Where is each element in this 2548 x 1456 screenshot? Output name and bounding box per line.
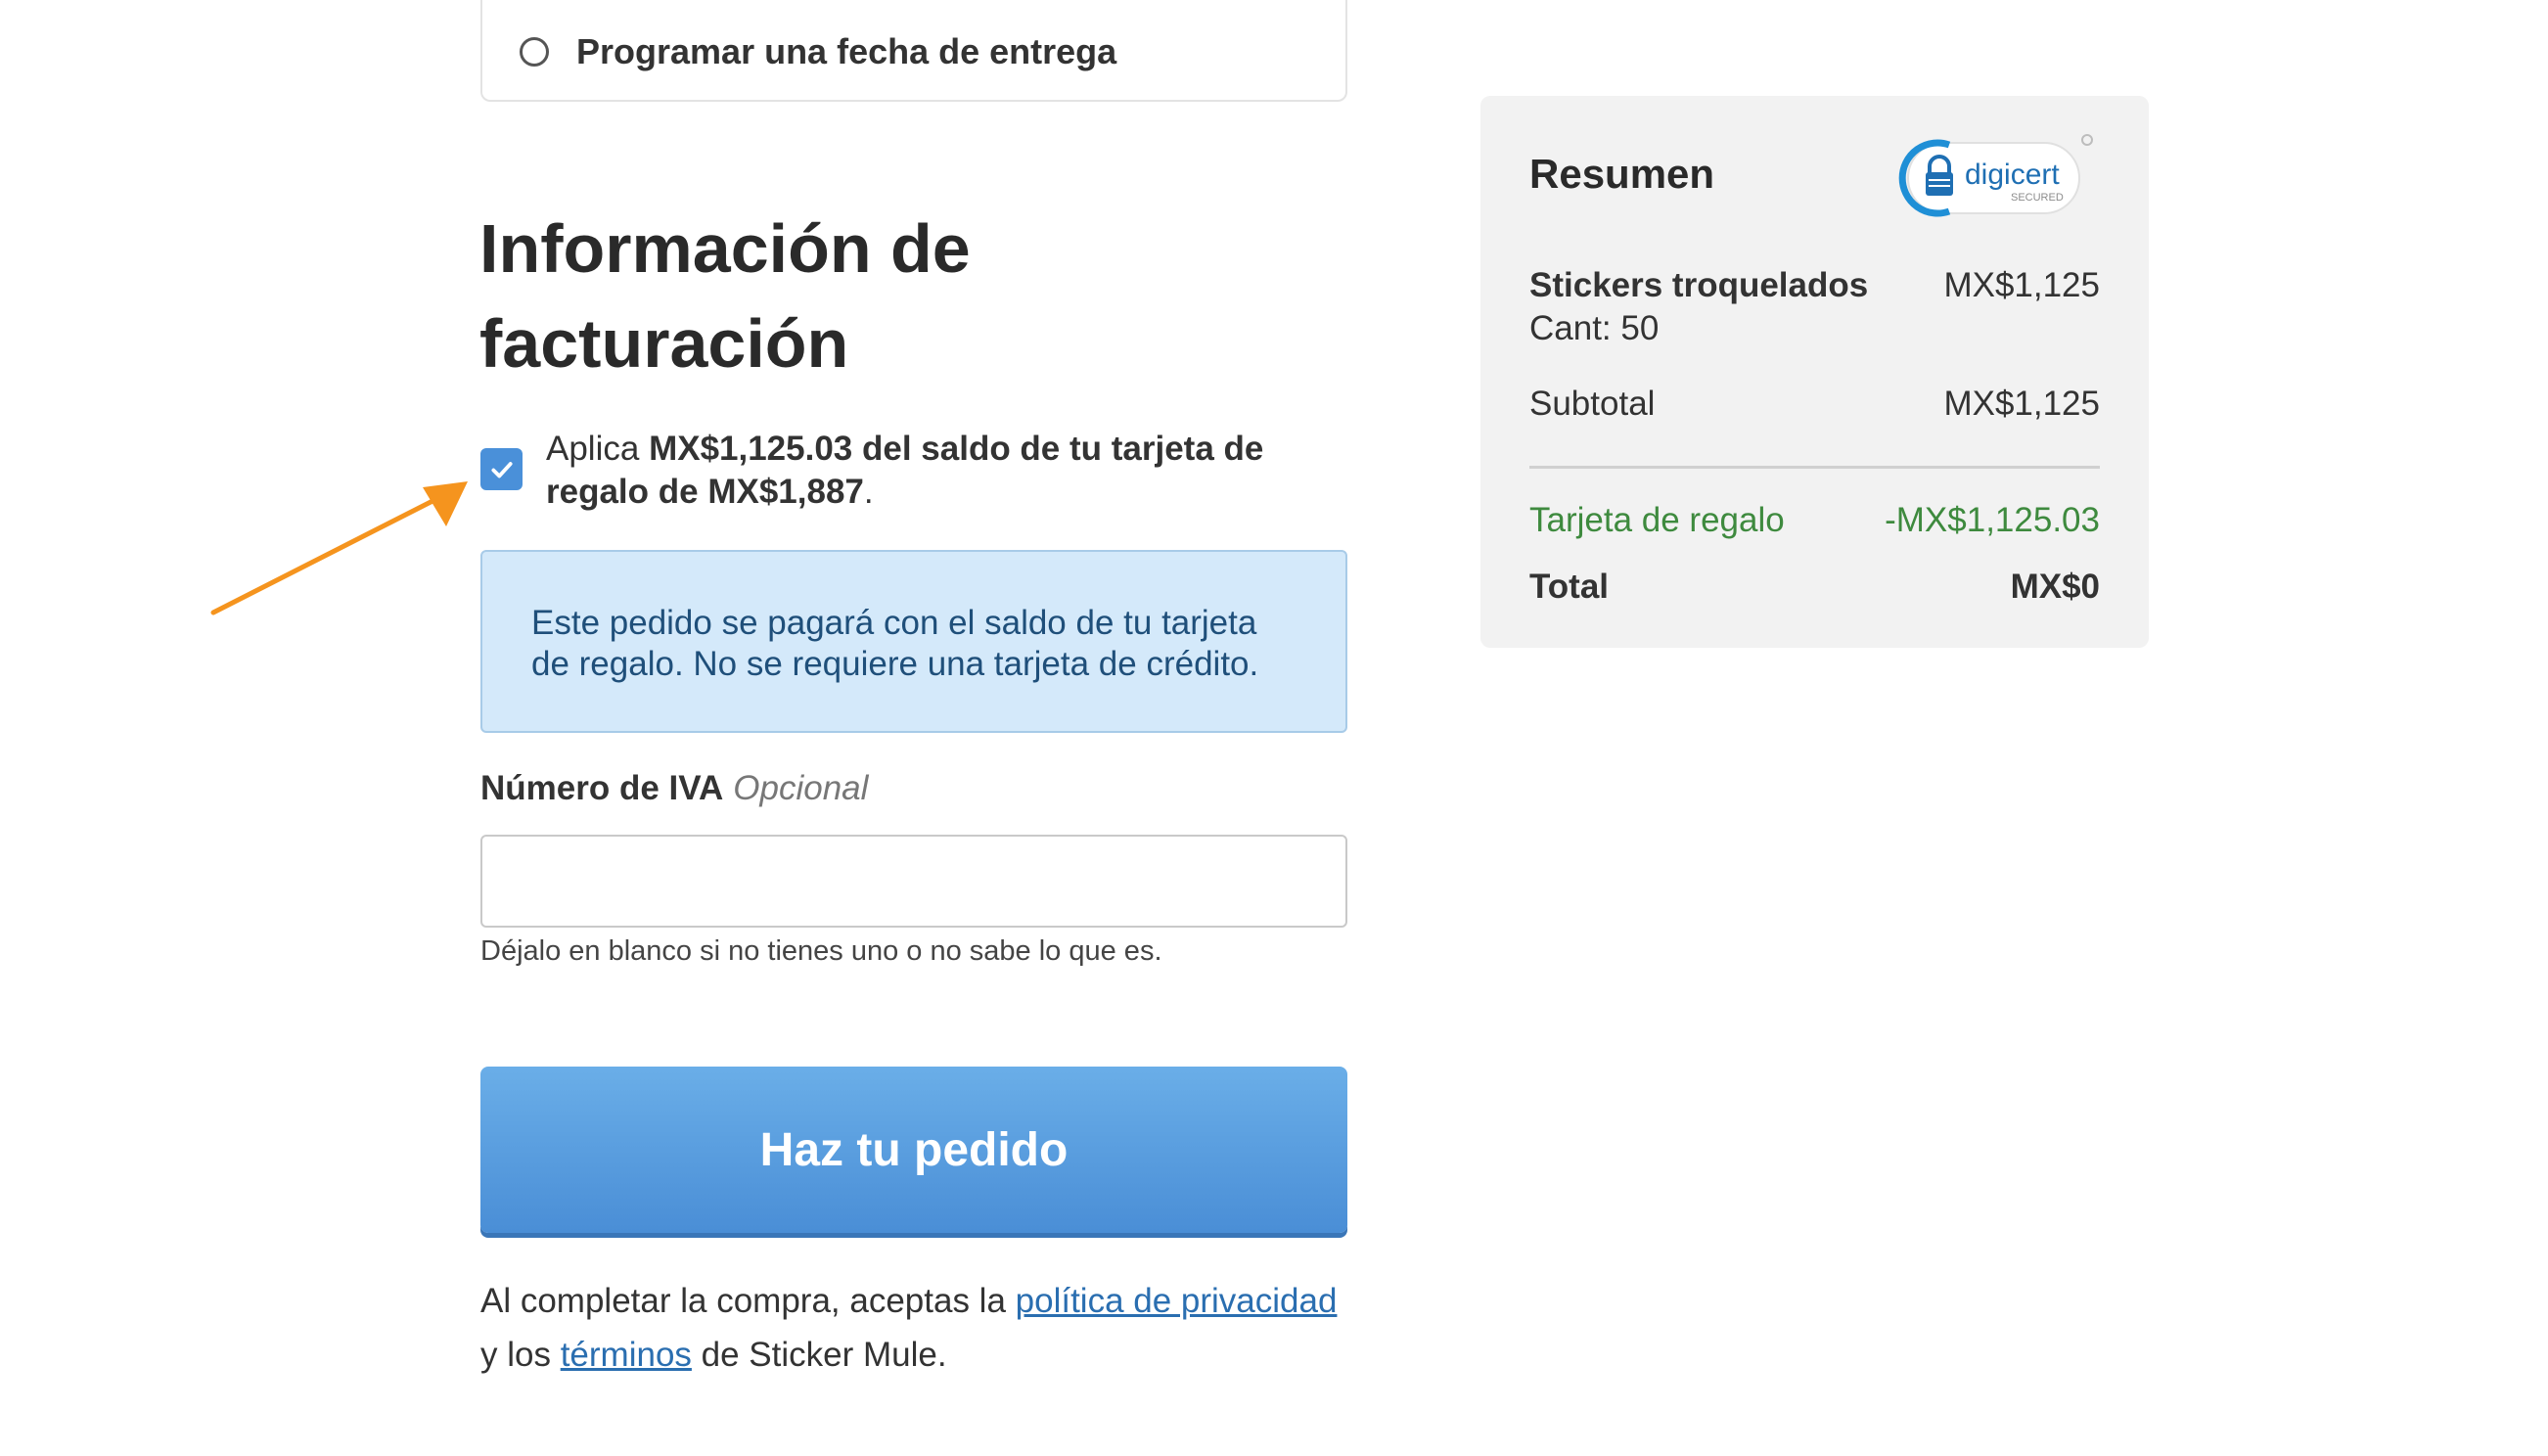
vat-help-text: Déjalo en blanco si no tienes uno o no s… <box>480 935 1162 967</box>
summary-item-info: Stickers troquelados Cant: 50 <box>1529 266 1868 348</box>
legal-notice: Al completar la compra, aceptas la polít… <box>480 1274 1361 1382</box>
summary-subtotal-label: Subtotal <box>1529 385 1656 423</box>
privacy-policy-link[interactable]: política de privacidad <box>1016 1282 1338 1320</box>
gift-card-alert-text: Este pedido se pagará con el saldo de tu… <box>531 604 1259 683</box>
summary-item-price: MX$1,125 <box>1943 266 2100 304</box>
schedule-delivery-radio[interactable] <box>520 37 549 67</box>
summary-total-label: Total <box>1529 568 1610 606</box>
gift-card-label-suffix: . <box>863 473 874 511</box>
page-title-line1: Información de <box>479 210 971 287</box>
badge-sub: SECURED <box>2011 192 2064 204</box>
summary-subtotal-value: MX$1,125 <box>1943 385 2100 423</box>
terms-link[interactable]: términos <box>561 1336 692 1374</box>
page-title-line2: facturación <box>479 305 849 382</box>
check-icon <box>490 461 513 478</box>
order-summary: Resumen digicert SECURED Stickers troque… <box>1480 96 2149 648</box>
vat-label: Número de IVA Opcional <box>480 769 868 808</box>
place-order-button[interactable]: Haz tu pedido <box>480 1067 1347 1233</box>
arrow-icon <box>210 481 468 615</box>
vat-number-input[interactable] <box>480 835 1347 928</box>
summary-divider <box>1529 466 2100 469</box>
summary-item-row: Stickers troquelados Cant: 50 MX$1,125 <box>1529 266 2100 354</box>
summary-total-row: Total MX$0 <box>1529 568 2100 611</box>
legal-prefix: Al completar la compra, aceptas la <box>480 1282 1016 1320</box>
summary-item-name: Stickers troquelados <box>1529 266 1869 304</box>
summary-subtotal-row: Subtotal MX$1,125 <box>1529 385 2100 428</box>
digicert-badge[interactable]: digicert SECURED <box>1898 133 2094 221</box>
schedule-delivery-label: Programar una fecha de entrega <box>576 31 1117 71</box>
gift-card-checkbox[interactable] <box>480 448 523 490</box>
summary-gift-label: Tarjeta de regalo <box>1529 501 1785 539</box>
delivery-option-card[interactable]: Programar una fecha de entrega <box>480 0 1347 102</box>
badge-brand: digicert <box>1965 159 2060 191</box>
summary-gift-row: Tarjeta de regalo -MX$1,125.03 <box>1529 501 2100 544</box>
summary-item-qty: Cant: 50 <box>1529 309 1660 347</box>
gift-card-amount: MX$1,125.03 del saldo de tu tarjeta de r… <box>546 430 1264 511</box>
gift-card-label: Aplica MX$1,125.03 del saldo de tu tarje… <box>546 428 1348 514</box>
vat-optional-hint: Opcional <box>733 769 869 807</box>
gift-card-label-prefix: Aplica <box>546 430 650 468</box>
gift-card-alert: Este pedido se pagará con el saldo de tu… <box>480 550 1347 733</box>
summary-gift-value: -MX$1,125.03 <box>1885 501 2100 539</box>
summary-total-value: MX$0 <box>2010 568 2100 606</box>
legal-middle: y los <box>480 1336 561 1374</box>
summary-title: Resumen <box>1529 151 1715 197</box>
vat-label-text: Número de IVA <box>480 769 724 807</box>
page-title: Información de facturación <box>479 202 1360 391</box>
legal-suffix: de Sticker Mule. <box>691 1336 947 1374</box>
